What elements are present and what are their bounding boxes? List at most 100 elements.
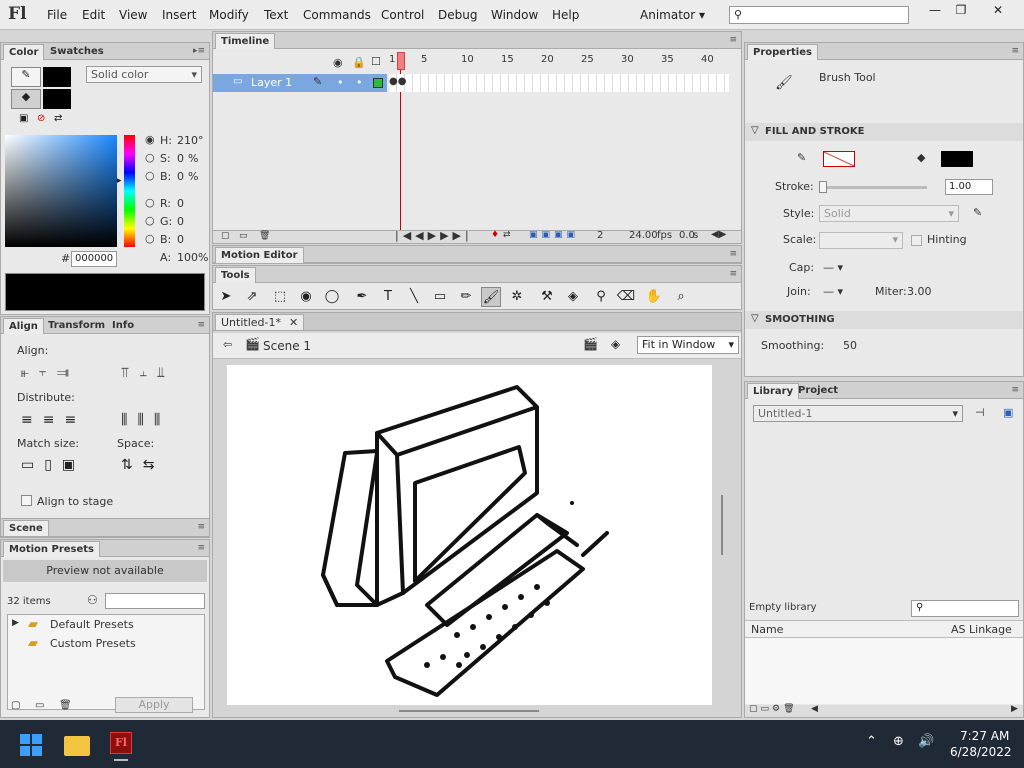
tab-transform[interactable]: Transform	[43, 318, 110, 334]
library-list[interactable]	[745, 638, 1023, 704]
layer-row[interactable]: ▭ Layer 1 ✎ • •	[213, 74, 387, 92]
column-as-linkage[interactable]: AS Linkage	[951, 623, 1012, 636]
zoom-tool-icon[interactable]: ⌕	[671, 287, 691, 307]
layer-name[interactable]: Layer 1	[251, 76, 292, 89]
color-picker-field[interactable]	[5, 135, 117, 247]
pin-library-icon[interactable]: ⊣	[975, 406, 985, 419]
pencil-tool-icon[interactable]: ✏	[456, 287, 476, 307]
stroke-value-input[interactable]: 1.00	[945, 179, 993, 195]
fill-color-icon[interactable]: ◆	[11, 89, 41, 109]
align-left-center-right-icons[interactable]: ⫦⫟⫥	[21, 365, 79, 381]
playback-controls[interactable]: |◀◀▶▶▶|	[395, 229, 473, 242]
hand-tool-icon[interactable]: ✋	[644, 287, 664, 307]
search-input[interactable]: ⚲	[729, 6, 909, 24]
panel-menu-icon[interactable]: ≡	[1011, 46, 1019, 56]
hex-input[interactable]: 000000	[71, 251, 117, 267]
tab-scene[interactable]: Scene	[3, 520, 49, 536]
scale-select[interactable]: ▾	[819, 232, 903, 249]
black-white-icon[interactable]: ▣	[19, 113, 28, 124]
fill-color-swatch[interactable]	[941, 151, 973, 167]
loop-icon[interactable]: ⇄	[503, 230, 511, 240]
selection-tool-icon[interactable]: ➤	[216, 287, 236, 307]
frame-ruler[interactable]: 1 5 10 15 20 25 30 35 40	[389, 54, 739, 70]
back-icon[interactable]: ⇦	[223, 338, 232, 351]
slider-thumb[interactable]	[819, 181, 827, 193]
r-value[interactable]: 0	[177, 197, 184, 210]
radio-s[interactable]: ○	[145, 151, 155, 164]
menu-insert[interactable]: Insert	[162, 8, 196, 22]
tab-tools[interactable]: Tools	[215, 267, 256, 283]
stroke-slider[interactable]	[819, 181, 927, 193]
radio-g[interactable]: ○	[145, 214, 155, 227]
chevron-up-icon[interactable]: ⌃	[866, 734, 877, 749]
horizontal-scrollbar[interactable]	[399, 710, 539, 712]
tab-library[interactable]: Library	[747, 383, 800, 399]
3d-rotation-tool-icon[interactable]: ◉	[296, 287, 316, 307]
menu-file[interactable]: File	[47, 8, 67, 22]
space-icons[interactable]: ⇅⇆	[121, 457, 164, 473]
keyframe-dot[interactable]: ●●	[389, 76, 406, 87]
align-to-stage-checkbox[interactable]	[21, 495, 32, 506]
tab-properties[interactable]: Properties	[747, 44, 818, 60]
pencil-icon[interactable]: ✎	[313, 75, 322, 88]
library-footer-icons[interactable]: ▢▭⚙🗑	[749, 704, 798, 714]
free-transform-tool-icon[interactable]: ⬚	[270, 287, 290, 307]
library-document-select[interactable]: Untitled-1 ▾	[753, 405, 963, 422]
panel-menu-icon[interactable]: ▸≡	[193, 46, 205, 56]
expand-icon[interactable]: ▶	[12, 618, 19, 628]
panel-menu-icon[interactable]: ≡	[197, 320, 205, 330]
current-frame[interactable]: 2	[597, 230, 603, 241]
center-frame-icon[interactable]: ♦	[491, 230, 499, 240]
preset-search-input[interactable]	[105, 593, 205, 609]
stroke-color-icon[interactable]: ✎	[11, 67, 41, 87]
new-folder-icon[interactable]: ▭	[239, 231, 248, 241]
preset-folder-default[interactable]: Default Presets	[50, 618, 134, 631]
hinting-checkbox[interactable]	[911, 235, 922, 246]
playhead[interactable]	[397, 52, 405, 70]
menu-window[interactable]: Window	[491, 8, 538, 22]
b-value[interactable]: 0	[177, 170, 184, 183]
panel-menu-icon[interactable]: ≡	[729, 35, 737, 45]
column-name[interactable]: Name	[751, 623, 783, 636]
file-explorer-icon[interactable]	[64, 736, 90, 756]
panel-menu-icon[interactable]: ≡	[729, 269, 737, 279]
rectangle-tool-icon[interactable]: ▭	[430, 287, 450, 307]
library-search-input[interactable]: ⚲	[911, 600, 1019, 617]
lock-icon[interactable]: 🔒	[352, 56, 366, 69]
tab-color[interactable]: Color	[3, 44, 45, 60]
language-icon[interactable]: ⊕	[893, 734, 904, 749]
panel-menu-icon[interactable]: ≡	[197, 522, 205, 532]
fill-color-swatch[interactable]	[43, 89, 71, 109]
document-tab[interactable]: Untitled-1* ✕	[215, 314, 305, 330]
cap-select[interactable]: — ▾	[823, 261, 843, 274]
restore-button[interactable]: ❐	[944, 0, 978, 20]
scroll-right-icon[interactable]: ▶	[1011, 704, 1018, 714]
text-tool-icon[interactable]: T	[378, 287, 398, 307]
menu-help[interactable]: Help	[552, 8, 579, 22]
radio-r[interactable]: ○	[145, 196, 155, 209]
preset-folder-custom[interactable]: Custom Presets	[50, 637, 136, 650]
h-value[interactable]: 210	[177, 134, 198, 147]
scroll-left-icon[interactable]: ◀▶	[711, 229, 726, 240]
collapse-icon[interactable]: ▽	[751, 125, 759, 136]
vertical-scrollbar[interactable]	[721, 495, 723, 555]
close-button[interactable]: ✕	[978, 0, 1018, 20]
clock-time[interactable]: 7:27 AM	[960, 729, 1009, 743]
lock-dot[interactable]: •	[356, 76, 363, 89]
subselection-tool-icon[interactable]: ⇗	[242, 287, 262, 307]
new-library-panel-icon[interactable]: ▣	[1003, 406, 1013, 419]
collapse-icon[interactable]: ▽	[751, 313, 759, 324]
menu-modify[interactable]: Modify	[209, 8, 249, 22]
miter-value[interactable]: 3.00	[907, 285, 932, 298]
delete-icon[interactable]: 🗑	[59, 700, 72, 711]
new-folder-icon[interactable]: ▭	[35, 700, 44, 711]
stroke-color-swatch[interactable]	[823, 151, 855, 167]
windows-start-icon[interactable]	[20, 734, 42, 756]
smoothing-header[interactable]: ▽ SMOOTHING	[745, 311, 1023, 329]
menu-text[interactable]: Text	[264, 8, 288, 22]
edit-symbols-icon[interactable]: ◈	[611, 337, 620, 351]
tab-timeline[interactable]: Timeline	[215, 33, 276, 49]
no-color-icon[interactable]: ⊘	[37, 113, 45, 124]
rgb-b-value[interactable]: 0	[177, 233, 184, 246]
radio-h[interactable]: ◉	[145, 133, 155, 146]
